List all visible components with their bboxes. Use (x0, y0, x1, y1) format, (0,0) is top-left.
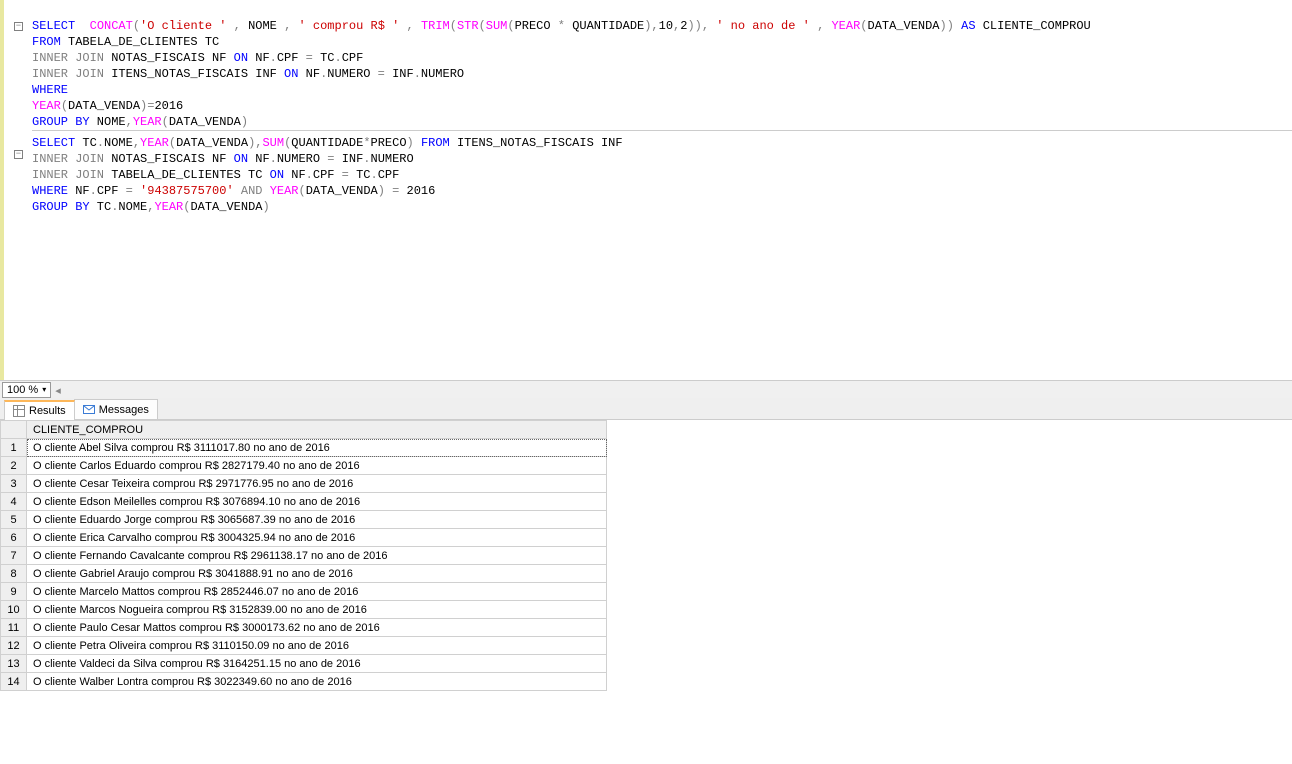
row-number[interactable]: 3 (1, 475, 27, 493)
cell-value[interactable]: O cliente Edson Meilelles comprou R$ 307… (27, 493, 607, 511)
table-row[interactable]: 4O cliente Edson Meilelles comprou R$ 30… (1, 493, 607, 511)
row-number[interactable]: 13 (1, 655, 27, 673)
cell-value[interactable]: O cliente Erica Carvalho comprou R$ 3004… (27, 529, 607, 547)
row-number[interactable]: 6 (1, 529, 27, 547)
tab-results-label: Results (29, 405, 66, 417)
code-line[interactable]: WHERE NF.CPF = '94387575700' AND YEAR(DA… (32, 183, 1292, 199)
table-row[interactable]: 9O cliente Marcelo Mattos comprou R$ 285… (1, 583, 607, 601)
cell-value[interactable]: O cliente Marcos Nogueira comprou R$ 315… (27, 601, 607, 619)
tab-messages[interactable]: Messages (74, 399, 158, 419)
table-row[interactable]: 6O cliente Erica Carvalho comprou R$ 300… (1, 529, 607, 547)
cell-value[interactable]: O cliente Abel Silva comprou R$ 3111017.… (27, 439, 607, 457)
code-line[interactable]: SELECT CONCAT('O cliente ' , NOME , ' co… (32, 18, 1292, 34)
row-number[interactable]: 8 (1, 565, 27, 583)
table-row[interactable]: 2O cliente Carlos Eduardo comprou R$ 282… (1, 457, 607, 475)
results-table: CLIENTE_COMPROU 1O cliente Abel Silva co… (0, 420, 607, 691)
table-row[interactable]: 7O cliente Fernando Cavalcante comprou R… (1, 547, 607, 565)
cell-value[interactable]: O cliente Valdeci da Silva comprou R$ 31… (27, 655, 607, 673)
fold-toggle-2[interactable]: − (14, 150, 23, 159)
cell-value[interactable]: O cliente Carlos Eduardo comprou R$ 2827… (27, 457, 607, 475)
code-line[interactable]: YEAR(DATA_VENDA)=2016 (32, 98, 1292, 114)
code-line[interactable]: GROUP BY TC.NOME,YEAR(DATA_VENDA) (32, 199, 1292, 215)
tab-results[interactable]: Results (4, 400, 75, 420)
row-number[interactable]: 14 (1, 673, 27, 691)
row-number-header[interactable] (1, 421, 27, 439)
code-line[interactable]: INNER JOIN TABELA_DE_CLIENTES TC ON NF.C… (32, 167, 1292, 183)
table-row[interactable]: 10O cliente Marcos Nogueira comprou R$ 3… (1, 601, 607, 619)
row-number[interactable]: 7 (1, 547, 27, 565)
messages-icon (83, 404, 95, 416)
code-line[interactable]: INNER JOIN ITENS_NOTAS_FISCAIS INF ON NF… (32, 66, 1292, 82)
cell-value[interactable]: O cliente Eduardo Jorge comprou R$ 30656… (27, 511, 607, 529)
table-row[interactable]: 13O cliente Valdeci da Silva comprou R$ … (1, 655, 607, 673)
row-number[interactable]: 4 (1, 493, 27, 511)
code-line[interactable]: WHERE (32, 82, 1292, 98)
cell-value[interactable]: O cliente Walber Lontra comprou R$ 30223… (27, 673, 607, 691)
row-number[interactable]: 11 (1, 619, 27, 637)
cell-value[interactable]: O cliente Paulo Cesar Mattos comprou R$ … (27, 619, 607, 637)
row-number[interactable]: 9 (1, 583, 27, 601)
cell-value[interactable]: O cliente Petra Oliveira comprou R$ 3110… (27, 637, 607, 655)
row-number[interactable]: 10 (1, 601, 27, 619)
table-row[interactable]: 1O cliente Abel Silva comprou R$ 3111017… (1, 439, 607, 457)
table-row[interactable]: 5O cliente Eduardo Jorge comprou R$ 3065… (1, 511, 607, 529)
code-line[interactable]: SELECT TC.NOME,YEAR(DATA_VENDA),SUM(QUAN… (32, 135, 1292, 151)
results-pane[interactable]: CLIENTE_COMPROU 1O cliente Abel Silva co… (0, 420, 1292, 764)
code-line[interactable]: INNER JOIN NOTAS_FISCAIS NF ON NF.NUMERO… (32, 151, 1292, 167)
scroll-left-icon[interactable]: ◂ (55, 384, 61, 396)
fold-toggle-1[interactable]: − (14, 22, 23, 31)
ssms-window: − − SELECT CONCAT('O cliente ' , NOME , … (0, 0, 1292, 764)
row-number[interactable]: 5 (1, 511, 27, 529)
cell-value[interactable]: O cliente Cesar Teixeira comprou R$ 2971… (27, 475, 607, 493)
zoom-level-selector[interactable]: 100 % ▾ (2, 382, 51, 398)
column-header[interactable]: CLIENTE_COMPROU (27, 421, 607, 439)
zoom-bar: 100 % ▾ ◂ (0, 380, 1292, 398)
sql-code-area[interactable]: SELECT CONCAT('O cliente ' , NOME , ' co… (28, 0, 1292, 380)
cell-value[interactable]: O cliente Fernando Cavalcante comprou R$… (27, 547, 607, 565)
chevron-down-icon: ▾ (42, 385, 46, 394)
row-number[interactable]: 1 (1, 439, 27, 457)
table-row[interactable]: 11O cliente Paulo Cesar Mattos comprou R… (1, 619, 607, 637)
grid-icon (13, 405, 25, 417)
table-row[interactable]: 12O cliente Petra Oliveira comprou R$ 31… (1, 637, 607, 655)
table-row[interactable]: 8O cliente Gabriel Araujo comprou R$ 304… (1, 565, 607, 583)
code-line[interactable]: INNER JOIN NOTAS_FISCAIS NF ON NF.CPF = … (32, 50, 1292, 66)
row-number[interactable]: 12 (1, 637, 27, 655)
cell-value[interactable]: O cliente Gabriel Araujo comprou R$ 3041… (27, 565, 607, 583)
code-line[interactable]: GROUP BY NOME,YEAR(DATA_VENDA) (32, 114, 1292, 130)
code-line[interactable]: FROM TABELA_DE_CLIENTES TC (32, 34, 1292, 50)
editor-gutter: − − (0, 0, 28, 380)
table-row[interactable]: 3O cliente Cesar Teixeira comprou R$ 297… (1, 475, 607, 493)
results-tabs: Results Messages (0, 398, 1292, 420)
tab-messages-label: Messages (99, 404, 149, 416)
sql-editor-pane: − − SELECT CONCAT('O cliente ' , NOME , … (0, 0, 1292, 380)
row-number[interactable]: 2 (1, 457, 27, 475)
zoom-value: 100 % (7, 384, 38, 396)
cell-value[interactable]: O cliente Marcelo Mattos comprou R$ 2852… (27, 583, 607, 601)
table-row[interactable]: 14O cliente Walber Lontra comprou R$ 302… (1, 673, 607, 691)
